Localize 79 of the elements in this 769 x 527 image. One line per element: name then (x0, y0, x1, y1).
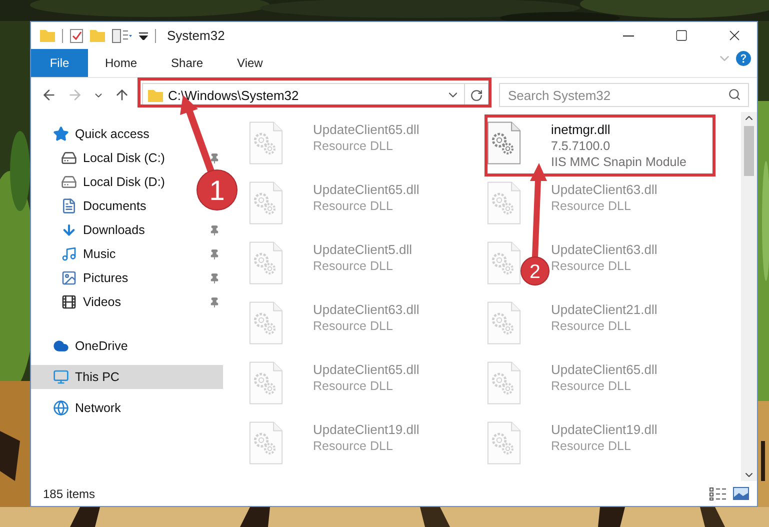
file-gears-icon (487, 420, 521, 466)
pin-icon (209, 224, 220, 236)
file-detail: Resource DLL (313, 319, 394, 333)
scrollbar[interactable] (741, 112, 757, 481)
music-icon (61, 246, 77, 262)
window-title: System32 (167, 28, 225, 43)
pin-icon (209, 248, 220, 260)
nav-item[interactable]: Local Disk (D:) (31, 170, 171, 194)
monitor-icon (53, 369, 69, 385)
nav-item[interactable]: Local Disk (C:) (31, 146, 223, 170)
file-detail: Resource DLL (313, 139, 394, 153)
nav-item[interactable]: Quick access (31, 122, 156, 146)
minimize-icon (622, 34, 634, 36)
star-icon (53, 126, 69, 142)
up-icon (114, 87, 130, 103)
search-icon (728, 88, 741, 101)
refresh-icon (470, 88, 483, 102)
file-gears-icon (249, 360, 283, 406)
nav-item[interactable]: Videos (31, 290, 223, 314)
file-gears-icon (249, 420, 283, 466)
file-gears-icon (249, 180, 283, 226)
document-icon (61, 198, 77, 214)
large-icons-view-icon[interactable] (733, 487, 749, 500)
nav-item[interactable]: Downloads (31, 218, 223, 242)
download-icon (61, 222, 77, 238)
maximize-icon (674, 29, 688, 42)
pin-icon (209, 272, 220, 284)
file-gears-icon (487, 360, 521, 406)
nav-item[interactable]: Documents (31, 194, 152, 218)
caret-icon[interactable] (139, 32, 148, 40)
file-detail: 7.5.7100.0 (551, 139, 612, 153)
file-gears-icon (487, 120, 521, 166)
step-number: 1 (196, 170, 238, 210)
back-icon (41, 87, 57, 103)
picture-icon (61, 270, 77, 286)
file-detail: Resource DLL (551, 379, 632, 393)
ribbon-tab[interactable]: Share (154, 49, 220, 77)
scroll-thumb[interactable] (744, 126, 754, 176)
step-number: 2 (520, 256, 550, 286)
details-view-icon[interactable] (709, 486, 727, 500)
folder-icon (148, 88, 163, 102)
pin-icon (209, 152, 220, 164)
drive-icon (61, 150, 77, 166)
forward-icon (67, 87, 83, 103)
nav-item[interactable]: Network (31, 396, 127, 420)
file-gears-icon (249, 240, 283, 286)
drive-icon (61, 174, 77, 190)
file-detail: Resource DLL (313, 259, 394, 273)
file-name[interactable]: inetmgr.dll (551, 122, 686, 137)
ribbon-tab[interactable]: View (220, 49, 280, 77)
file-detail: Resource DLL (551, 259, 632, 273)
item-count: 185 items (43, 486, 96, 500)
checklist-icon[interactable] (70, 28, 83, 43)
file-detail: Resource DLL (551, 439, 632, 453)
ribbon-tab[interactable]: Home (88, 49, 154, 77)
file-detail: IIS MMC Snapin Module (551, 155, 686, 169)
file-detail: Resource DLL (313, 379, 394, 393)
nav-item[interactable]: Music (31, 242, 223, 266)
file-detail: Resource DLL (551, 319, 632, 333)
file-detail: Resource DLL (313, 439, 394, 453)
search-field[interactable]: Search System32 (499, 83, 749, 107)
view-list-icon[interactable] (112, 28, 132, 42)
globe-icon (53, 400, 69, 416)
nav-item[interactable]: Pictures (31, 266, 223, 290)
help-icon (736, 51, 751, 66)
file-gears-icon (249, 300, 283, 346)
cloud-icon (53, 338, 69, 354)
pin-icon (209, 296, 220, 308)
nav-item[interactable]: This PC (31, 365, 223, 389)
folder-icon (40, 29, 55, 42)
file-gears-icon (487, 240, 521, 286)
file-menu-tab[interactable]: File (31, 49, 88, 77)
file-detail: Resource DLL (551, 199, 632, 213)
film-icon (61, 294, 77, 310)
file-gears-icon (487, 180, 521, 226)
file-gears-icon (487, 300, 521, 346)
file-gears-icon (249, 120, 283, 166)
file-detail: Resource DLL (313, 199, 394, 213)
nav-item[interactable]: OneDrive (31, 334, 134, 358)
